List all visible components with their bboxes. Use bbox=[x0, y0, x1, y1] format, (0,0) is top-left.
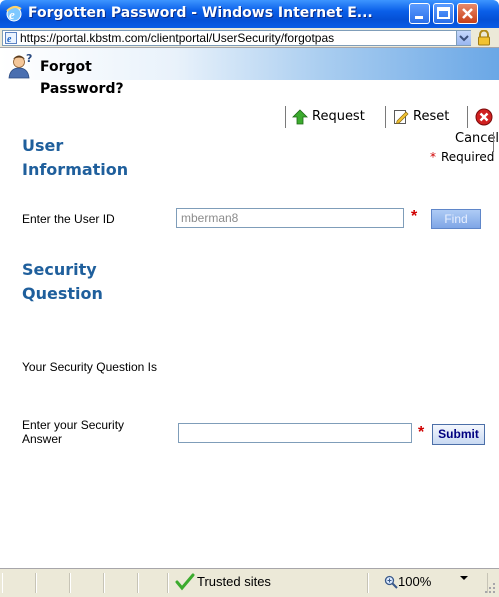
reset-button[interactable]: Reset bbox=[393, 106, 463, 128]
minimize-icon bbox=[415, 16, 423, 19]
url-dropdown-button[interactable] bbox=[456, 31, 471, 45]
section-heading-user-information: User Information bbox=[22, 136, 129, 179]
status-cell bbox=[70, 573, 104, 593]
lock-icon[interactable] bbox=[477, 30, 491, 46]
resize-grip-icon[interactable] bbox=[484, 582, 496, 594]
section-heading-security-question: Security Question bbox=[22, 260, 103, 303]
ie-page-icon: e bbox=[5, 32, 17, 44]
zoom-dropdown-icon[interactable] bbox=[460, 575, 468, 581]
window-title: Forgotten Password - Windows Internet E.… bbox=[28, 5, 373, 21]
internet-explorer-icon: e bbox=[6, 5, 22, 22]
status-cell bbox=[104, 573, 138, 593]
zoom-level[interactable]: 100% bbox=[398, 574, 431, 589]
user-question-icon: ? bbox=[8, 53, 32, 79]
status-cell bbox=[138, 573, 168, 593]
required-text: Required bbox=[441, 150, 495, 164]
security-answer-input[interactable] bbox=[178, 423, 412, 443]
cancel-icon[interactable] bbox=[475, 108, 493, 126]
status-cell bbox=[36, 573, 70, 593]
window-titlebar[interactable]: e Forgotten Password - Windows Internet … bbox=[0, 0, 499, 28]
status-cell bbox=[2, 573, 36, 593]
toolbar-separator bbox=[285, 106, 286, 128]
close-button[interactable] bbox=[457, 3, 478, 24]
close-icon bbox=[462, 8, 473, 19]
request-label: Request bbox=[312, 109, 365, 124]
url-text: https://portal.kbstm.com/clientportal/Us… bbox=[20, 31, 335, 45]
toolbar-separator bbox=[493, 132, 494, 152]
chevron-down-icon bbox=[459, 35, 469, 42]
submit-button[interactable]: Submit bbox=[432, 424, 485, 445]
security-answer-label: Enter your Security Answer bbox=[22, 418, 125, 446]
svg-text:?: ? bbox=[26, 53, 32, 65]
toolbar-separator bbox=[385, 106, 386, 128]
user-id-input[interactable] bbox=[176, 208, 404, 228]
security-question-label: Your Security Question Is bbox=[22, 360, 157, 374]
toolbar-separator bbox=[467, 106, 468, 128]
security-zone-label: Trusted sites bbox=[197, 574, 271, 589]
url-field[interactable]: e https://portal.kbstm.com/clientportal/… bbox=[2, 30, 471, 46]
required-note: * Required bbox=[430, 150, 494, 164]
reset-label: Reset bbox=[413, 109, 450, 124]
svg-text:e: e bbox=[7, 34, 12, 44]
page-title: Forgot Password? bbox=[40, 59, 124, 97]
edit-document-icon bbox=[394, 110, 409, 124]
user-id-required-star: * bbox=[411, 208, 418, 225]
zoom-icon[interactable] bbox=[384, 575, 398, 589]
minimize-button[interactable] bbox=[409, 3, 430, 24]
find-button[interactable]: Find bbox=[431, 209, 481, 229]
required-star: * bbox=[430, 150, 436, 164]
address-bar: e https://portal.kbstm.com/clientportal/… bbox=[0, 28, 499, 48]
user-id-label: Enter the User ID bbox=[22, 212, 115, 226]
request-button[interactable]: Request bbox=[292, 106, 378, 128]
arrow-up-icon bbox=[292, 109, 308, 125]
maximize-icon bbox=[437, 7, 450, 19]
maximize-button[interactable] bbox=[433, 3, 454, 24]
checkmark-icon bbox=[175, 573, 195, 591]
security-answer-required-star: * bbox=[418, 424, 425, 441]
